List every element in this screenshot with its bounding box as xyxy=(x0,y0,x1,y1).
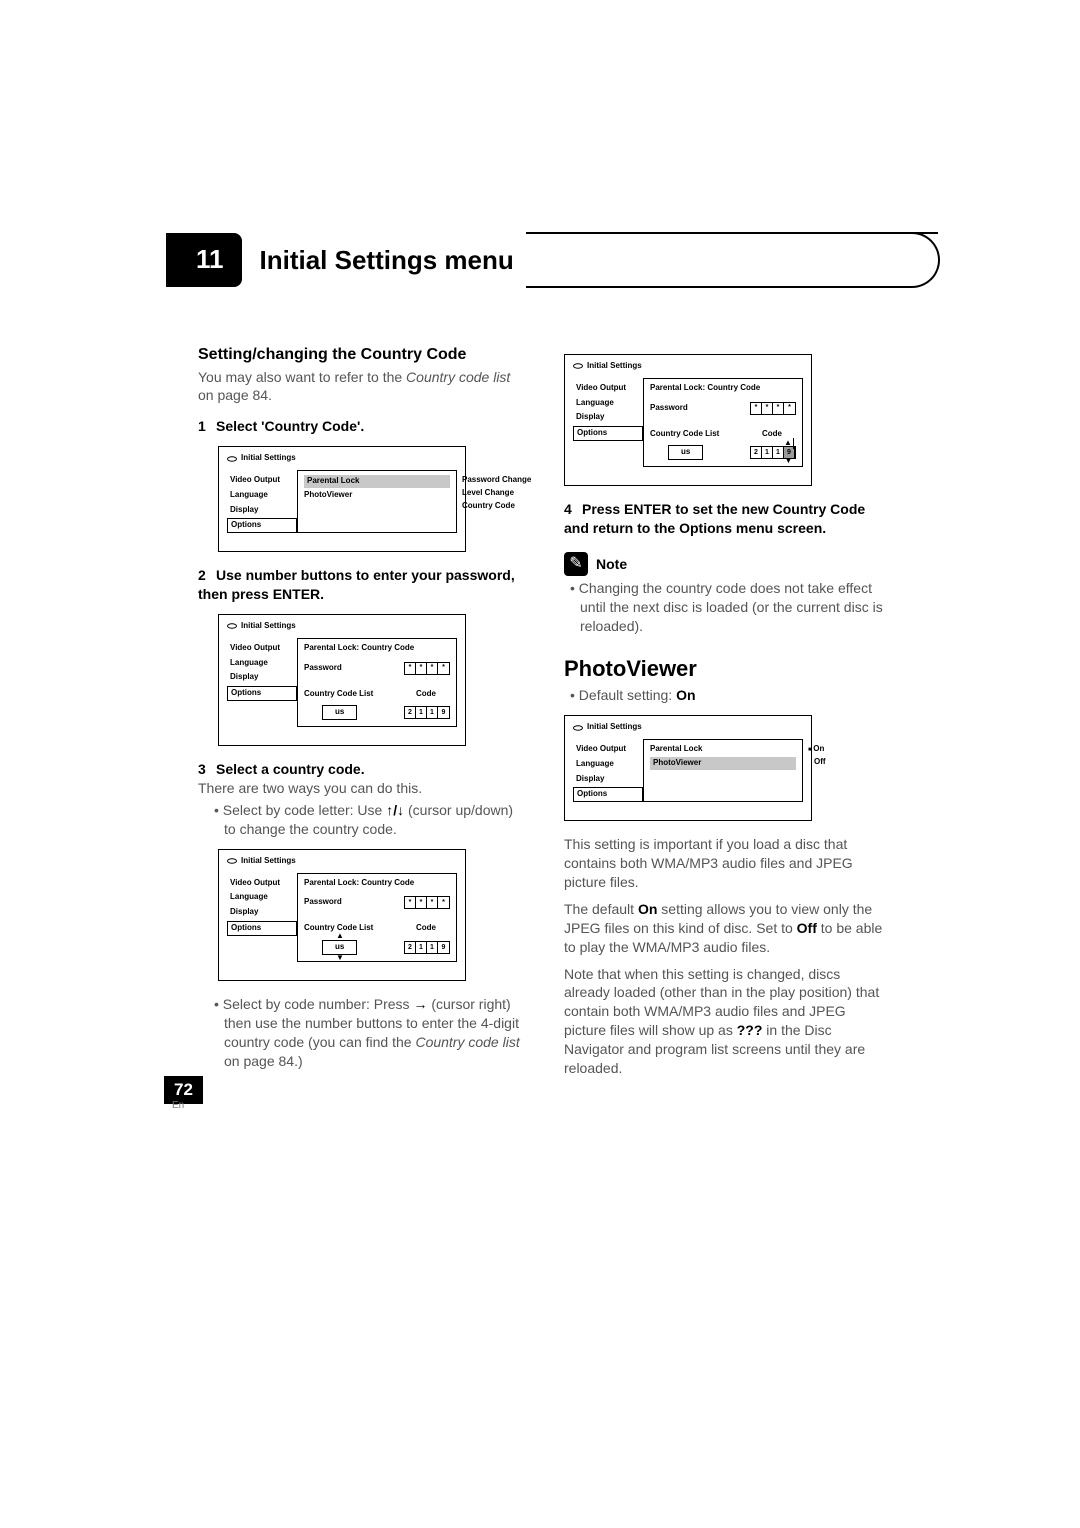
note-heading: ✎ Note xyxy=(564,552,627,576)
osd-screenshot-4: Initial Settings Video Output Language D… xyxy=(564,354,812,486)
note-icon: ✎ xyxy=(564,552,588,576)
bullet-number: Select by code number: Press → (cursor r… xyxy=(198,995,522,1071)
step-1: 1Select 'Country Code'. xyxy=(198,417,522,436)
pv-para-3: Note that when this setting is changed, … xyxy=(564,965,888,1078)
note-bullet: Changing the country code does not take … xyxy=(564,579,888,636)
osd-screenshot-5: Initial Settings Video Output Language D… xyxy=(564,715,812,821)
step-2: 2Use number buttons to enter your passwo… xyxy=(198,566,522,604)
manual-page: 11 Initial Settings menu Setting/changin… xyxy=(0,0,1080,1528)
intro-text: You may also want to refer to the Countr… xyxy=(198,368,522,406)
password-cells: **** xyxy=(404,662,450,675)
chapter-header: 11 Initial Settings menu xyxy=(166,232,940,288)
pv-default: Default setting: On xyxy=(564,686,888,705)
step-3-sub: There are two ways you can do this. xyxy=(198,779,522,798)
section-heading: Setting/changing the Country Code xyxy=(198,344,522,366)
left-column: Setting/changing the Country Code You ma… xyxy=(198,344,522,1078)
right-column: Initial Settings Video Output Language D… xyxy=(564,344,888,1078)
right-arrow-icon: → xyxy=(413,996,431,1012)
chapter-number: 11 xyxy=(166,233,242,287)
pv-para-2: The default On setting allows you to vie… xyxy=(564,900,888,957)
up-down-icon: ↑/↓ xyxy=(386,802,404,818)
osd-screenshot-2: Initial Settings Video Output Language D… xyxy=(218,614,466,746)
step-3: 3Select a country code. xyxy=(198,760,522,779)
step-4: 4Press ENTER to set the new Country Code… xyxy=(564,500,888,538)
page-locale: En xyxy=(172,1100,184,1111)
bullet-letter: Select by code letter: Use ↑/↓ (cursor u… xyxy=(198,801,522,839)
header-rule xyxy=(526,232,940,288)
osd-screenshot-3: Initial Settings Video Output Language D… xyxy=(218,849,466,981)
chapter-title: Initial Settings menu xyxy=(260,245,514,276)
pv-para-1: This setting is important if you load a … xyxy=(564,835,888,892)
photoviewer-heading: PhotoViewer xyxy=(564,654,888,684)
osd-screenshot-1: Initial Settings Video Output Language D… xyxy=(218,446,466,552)
